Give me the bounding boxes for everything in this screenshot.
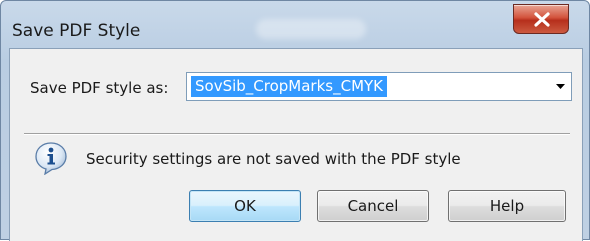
style-name-label: Save PDF style as: [30,79,169,97]
save-pdf-style-dialog: Save PDF Style Save PDF style as: SovSib… [0,0,590,241]
style-name-value[interactable]: SovSib_CropMarks_CMYK [191,76,388,97]
info-icon [35,142,67,175]
dialog-body: Save PDF style as: SovSib_CropMarks_CMYK [9,48,583,241]
separator [24,133,570,135]
chevron-down-icon [556,84,565,89]
close-button[interactable] [513,4,569,34]
title-bar-reflection [256,19,366,39]
help-button[interactable]: Help [448,190,566,222]
close-x-icon [534,12,550,27]
window-title: Save PDF Style [12,21,141,41]
ok-button[interactable]: OK [189,190,301,222]
cancel-button[interactable]: Cancel [317,190,429,222]
style-name-combobox[interactable]: SovSib_CropMarks_CMYK [186,72,572,101]
dropdown-button[interactable] [551,73,571,100]
title-bar[interactable]: Save PDF Style [1,1,589,47]
info-message: Security settings are not saved with the… [86,150,461,168]
